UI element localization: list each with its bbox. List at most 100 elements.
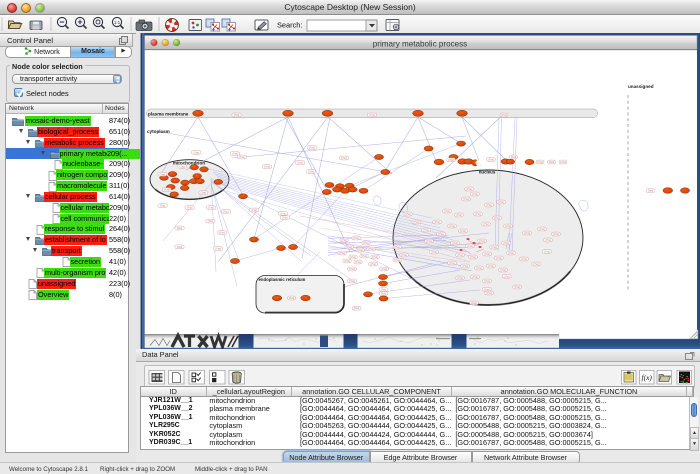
svg-text:nucleus: nucleus bbox=[479, 170, 496, 175]
svg-text:(Yxx): (Yxx) bbox=[369, 115, 375, 117]
svg-text:(Yxx): (Yxx) bbox=[219, 233, 225, 235]
svg-text:(Yxx): (Yxx) bbox=[503, 243, 509, 245]
svg-text:(Yxx): (Yxx) bbox=[488, 266, 494, 268]
svg-text:Search:: Search: bbox=[277, 21, 302, 30]
svg-text:(Yxx): (Yxx) bbox=[537, 162, 543, 164]
svg-text:(Yxx): (Yxx) bbox=[460, 231, 466, 233]
svg-text:(Yxx): (Yxx) bbox=[483, 224, 489, 226]
svg-text:(Yxx): (Yxx) bbox=[223, 211, 229, 213]
svg-text:(Yxx): (Yxx) bbox=[498, 202, 504, 204]
svg-text:(Yxx): (Yxx) bbox=[160, 174, 166, 176]
svg-text:(Yxx): (Yxx) bbox=[309, 148, 315, 150]
svg-text:(Yxx): (Yxx) bbox=[341, 158, 347, 160]
svg-text:(Yxx): (Yxx) bbox=[339, 253, 345, 255]
svg-text:(Yxx): (Yxx) bbox=[449, 263, 455, 265]
svg-text:(Yxx): (Yxx) bbox=[457, 255, 463, 257]
svg-text:(Yxx): (Yxx) bbox=[164, 190, 170, 192]
svg-text:endoplasmic reticulum: endoplasmic reticulum bbox=[259, 277, 306, 282]
svg-text:(Yxx): (Yxx) bbox=[545, 240, 551, 242]
svg-text:(Yxx): (Yxx) bbox=[524, 233, 530, 235]
svg-text:(Yxx): (Yxx) bbox=[501, 115, 507, 117]
svg-text:(Yxx): (Yxx) bbox=[297, 163, 303, 165]
svg-text:(Yxx): (Yxx) bbox=[346, 247, 352, 249]
svg-text:(Yxx): (Yxx) bbox=[177, 247, 183, 249]
svg-text:(Yxx): (Yxx) bbox=[355, 262, 361, 264]
svg-text:(Yxx): (Yxx) bbox=[349, 269, 355, 271]
svg-text:(Yxx): (Yxx) bbox=[511, 157, 517, 159]
svg-text:mitochondrion: mitochondrion bbox=[173, 160, 205, 165]
svg-text:(Yxx): (Yxx) bbox=[484, 281, 490, 283]
svg-text:(Yxx): (Yxx) bbox=[381, 290, 387, 292]
svg-text:cytoplasm: cytoplasm bbox=[147, 129, 170, 134]
svg-text:(Yxx): (Yxx) bbox=[208, 208, 214, 210]
svg-text:(Yxx): (Yxx) bbox=[215, 249, 221, 251]
svg-text:(Yxx): (Yxx) bbox=[472, 277, 478, 279]
svg-text:(Yxx): (Yxx) bbox=[438, 234, 444, 236]
svg-text:(Yxx): (Yxx) bbox=[560, 162, 566, 164]
svg-text:(Yxx): (Yxx) bbox=[353, 238, 359, 240]
svg-text:1:1: 1:1 bbox=[114, 20, 121, 25]
svg-text:(Yxx): (Yxx) bbox=[484, 254, 490, 256]
svg-text:(Yxx): (Yxx) bbox=[521, 259, 527, 261]
svg-text:(Yxx): (Yxx) bbox=[160, 206, 166, 208]
svg-text:(Yxx): (Yxx) bbox=[514, 287, 520, 289]
svg-text:(Yxx): (Yxx) bbox=[456, 215, 462, 217]
svg-text:(Yxx): (Yxx) bbox=[357, 250, 363, 252]
svg-text:(Yxx): (Yxx) bbox=[444, 211, 450, 213]
svg-text:(Yxx): (Yxx) bbox=[280, 213, 286, 215]
svg-text:(Yxx): (Yxx) bbox=[452, 243, 458, 245]
svg-text:(Yxx): (Yxx) bbox=[234, 115, 240, 117]
svg-text:(Yxx): (Yxx) bbox=[449, 226, 455, 228]
svg-text:(Yxx): (Yxx) bbox=[491, 247, 497, 249]
svg-text:(Yxx): (Yxx) bbox=[539, 229, 545, 231]
svg-text:(Yxx): (Yxx) bbox=[648, 191, 654, 193]
svg-text:(Yxx): (Yxx) bbox=[344, 261, 350, 263]
svg-text:plasma membrane: plasma membrane bbox=[148, 111, 189, 116]
svg-text:(Yxx): (Yxx) bbox=[289, 298, 295, 300]
svg-text:(Yxx): (Yxx) bbox=[413, 222, 419, 224]
svg-text:(Yxx): (Yxx) bbox=[201, 193, 207, 195]
svg-text:(Yxx): (Yxx) bbox=[505, 226, 511, 228]
svg-text:unassigned: unassigned bbox=[628, 84, 654, 89]
svg-text:(Yxx): (Yxx) bbox=[381, 294, 387, 296]
svg-text:(Yxx): (Yxx) bbox=[194, 152, 200, 154]
svg-text:(Yxx): (Yxx) bbox=[341, 240, 347, 242]
svg-text:(Yxx): (Yxx) bbox=[180, 166, 186, 168]
svg-text:(Yxx): (Yxx) bbox=[177, 228, 183, 230]
svg-text:(Yxx): (Yxx) bbox=[232, 154, 238, 156]
svg-text:(Yxx): (Yxx) bbox=[494, 218, 500, 220]
svg-text:(Yxx): (Yxx) bbox=[394, 247, 400, 249]
svg-text:(Yxx): (Yxx) bbox=[462, 266, 468, 268]
svg-text:(Yxx): (Yxx) bbox=[381, 269, 387, 271]
svg-text:(Yxx): (Yxx) bbox=[394, 260, 400, 262]
svg-text:(Yxx): (Yxx) bbox=[426, 241, 432, 243]
svg-text:(Yxx): (Yxx) bbox=[488, 160, 494, 162]
svg-text:(Yxx): (Yxx) bbox=[434, 222, 440, 224]
svg-text:(Yxx): (Yxx) bbox=[504, 276, 510, 278]
svg-text:(Yxx): (Yxx) bbox=[363, 243, 369, 245]
svg-text:(Yxx): (Yxx) bbox=[361, 256, 367, 258]
svg-text:(Yxx): (Yxx) bbox=[282, 218, 288, 220]
svg-text:(Yxx): (Yxx) bbox=[467, 246, 473, 248]
svg-text:(Yxx): (Yxx) bbox=[500, 270, 506, 272]
svg-text:(Yxx): (Yxx) bbox=[349, 281, 355, 283]
svg-text:(Yxx): (Yxx) bbox=[431, 252, 437, 254]
svg-text:(Yxx): (Yxx) bbox=[251, 210, 257, 212]
svg-text:(Yxx): (Yxx) bbox=[354, 308, 360, 310]
svg-text:(Yxx): (Yxx) bbox=[208, 221, 214, 223]
svg-text:(Yxx): (Yxx) bbox=[470, 257, 476, 259]
svg-text:(Yxx): (Yxx) bbox=[472, 194, 478, 196]
svg-text:primary metabolic process: primary metabolic process bbox=[373, 39, 467, 48]
svg-text:(Yxx): (Yxx) bbox=[457, 278, 463, 280]
svg-text:(Yxx): (Yxx) bbox=[508, 253, 514, 255]
svg-text:(Yxx): (Yxx) bbox=[496, 258, 502, 260]
svg-text:(Yxx): (Yxx) bbox=[405, 214, 411, 216]
svg-text:(Yxx): (Yxx) bbox=[401, 255, 407, 257]
svg-text:(Yxx): (Yxx) bbox=[368, 249, 374, 251]
svg-text:(Yxx): (Yxx) bbox=[476, 268, 482, 270]
svg-text:(Yxx): (Yxx) bbox=[486, 205, 492, 207]
svg-text:(Yxx): (Yxx) bbox=[308, 172, 314, 174]
svg-text:(Yxx): (Yxx) bbox=[544, 252, 550, 254]
svg-text:(Yxx): (Yxx) bbox=[264, 167, 270, 169]
svg-text:(Yxx): (Yxx) bbox=[187, 208, 193, 210]
